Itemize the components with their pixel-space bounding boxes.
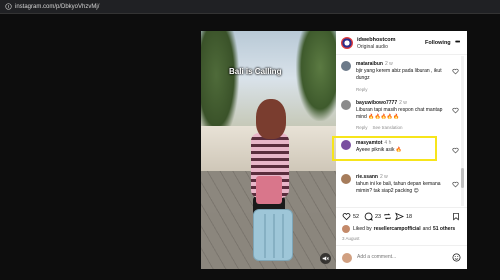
comment-actions: Reply See translation bbox=[356, 125, 408, 130]
liked-by-others[interactable]: 51 others bbox=[433, 226, 455, 232]
video-caption: Bali is Calling bbox=[229, 67, 282, 76]
like-comment-heart-icon[interactable] bbox=[452, 107, 459, 114]
comment-time: 2 w bbox=[399, 100, 407, 106]
more-options-icon[interactable]: ••• bbox=[455, 39, 460, 46]
commenter-avatar[interactable] bbox=[341, 174, 351, 184]
author-avatar[interactable] bbox=[341, 37, 353, 49]
audio-label[interactable]: Original audio bbox=[357, 44, 388, 50]
current-user-avatar bbox=[342, 253, 352, 263]
comment-count: 23 bbox=[375, 213, 382, 220]
post-video[interactable]: Bali is Calling bbox=[201, 31, 336, 269]
bookmark-icon[interactable] bbox=[452, 212, 460, 221]
liked-by-and: and bbox=[422, 226, 431, 232]
comment-time: 2 w bbox=[379, 174, 388, 180]
commenter-avatar[interactable] bbox=[341, 100, 351, 110]
suitcase-rib bbox=[282, 214, 284, 258]
repost-action[interactable] bbox=[383, 212, 392, 221]
url-text[interactable]: instagram.com/p/DbkyoVhzvMj/ bbox=[15, 4, 99, 10]
commenter-username[interactable]: bayuwibowo7777 2 w bbox=[356, 100, 407, 106]
liked-by-prefix: Liked by bbox=[353, 226, 372, 232]
suitcase bbox=[253, 209, 293, 261]
comment-bubble-icon[interactable] bbox=[364, 212, 373, 221]
post-header: idwebhostcom Original audio Following ••… bbox=[336, 31, 467, 55]
comment-actions: Reply bbox=[356, 87, 373, 92]
comments-scrollbar[interactable] bbox=[461, 56, 464, 206]
comment-text: Liburan tapi masih respon chat mantap mi… bbox=[356, 107, 443, 120]
site-info-icon[interactable] bbox=[3, 2, 13, 12]
comment-text: tahun ini ke bali, tahun depan kemana mi… bbox=[356, 181, 441, 194]
like-comment-heart-icon[interactable] bbox=[452, 147, 459, 154]
reply-link[interactable]: Reply bbox=[356, 125, 368, 130]
repost-icon[interactable] bbox=[383, 212, 392, 221]
person-head bbox=[256, 99, 286, 139]
suitcase-rib bbox=[273, 214, 275, 258]
liked-by-user[interactable]: resellercampofficial bbox=[374, 226, 421, 232]
comment-text: bjir yang kerem abiz pada liburan , ikut… bbox=[356, 68, 442, 81]
commenter-avatar[interactable] bbox=[341, 61, 351, 71]
comment-time: 2 w bbox=[384, 61, 393, 67]
emoji-icon[interactable] bbox=[452, 253, 461, 262]
like-count: 52 bbox=[353, 213, 360, 220]
add-comment-input[interactable] bbox=[357, 254, 437, 260]
save-action[interactable] bbox=[452, 212, 460, 221]
like-action[interactable]: 52 bbox=[342, 212, 359, 221]
highlight-annotation bbox=[332, 136, 437, 161]
share-count: 18 bbox=[406, 213, 413, 220]
liker-avatar[interactable] bbox=[342, 225, 350, 233]
like-comment-heart-icon[interactable] bbox=[452, 181, 459, 188]
send-icon[interactable] bbox=[395, 212, 404, 221]
tree-right bbox=[296, 31, 336, 121]
comment-action[interactable]: 23 bbox=[364, 212, 381, 221]
pink-bag bbox=[256, 176, 282, 204]
scrollbar-thumb[interactable] bbox=[461, 168, 464, 188]
commenter-username[interactable]: rie.ssann 2 w bbox=[356, 174, 388, 180]
reply-link[interactable]: Reply bbox=[356, 87, 368, 92]
suitcase-rib bbox=[264, 214, 266, 258]
post-actions-bar: 52 23 18 bbox=[336, 207, 467, 223]
commenter-username[interactable]: mataraibun 2 w bbox=[356, 61, 393, 67]
tree-left bbox=[201, 31, 239, 141]
following-button[interactable]: Following bbox=[425, 40, 451, 46]
like-comment-heart-icon[interactable] bbox=[452, 68, 459, 75]
share-action[interactable]: 18 bbox=[395, 212, 412, 221]
author-username[interactable]: idwebhostcom bbox=[357, 37, 396, 43]
see-translation-link[interactable]: See translation bbox=[373, 125, 403, 130]
browser-address-bar[interactable]: instagram.com/p/DbkyoVhzvMj/ bbox=[0, 0, 500, 14]
mute-icon[interactable] bbox=[320, 253, 331, 264]
heart-icon[interactable] bbox=[342, 212, 351, 221]
add-comment-bar bbox=[336, 245, 467, 269]
liked-by-line: Liked by resellercampofficial and 51 oth… bbox=[342, 225, 457, 233]
post-date: 3 August bbox=[342, 236, 360, 241]
